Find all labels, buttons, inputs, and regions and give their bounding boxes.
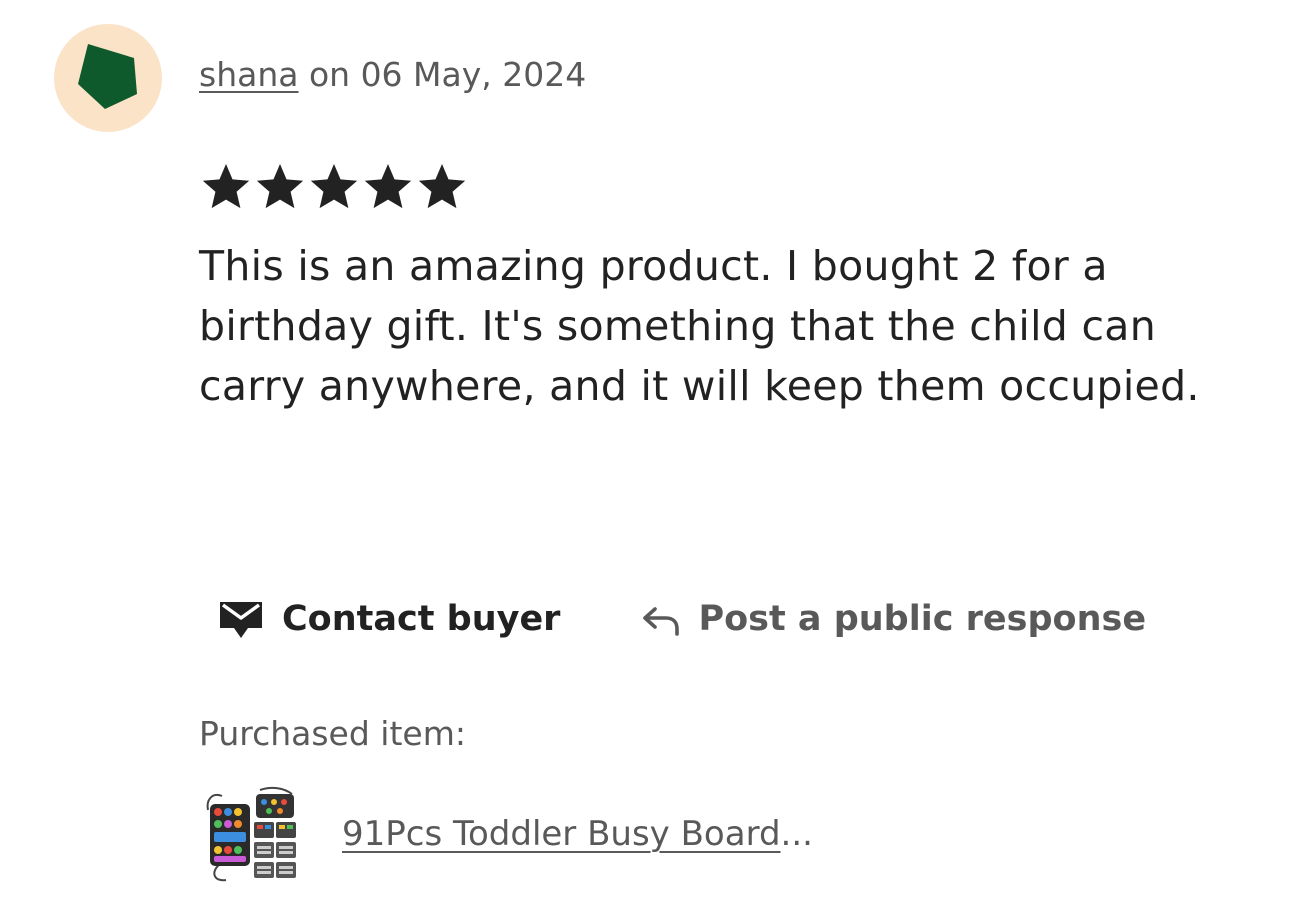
star-rating xyxy=(199,160,469,216)
purchased-item-link[interactable]: 91Pcs Toddler Busy Board... xyxy=(342,812,813,856)
reviewer-avatar[interactable] xyxy=(54,24,162,132)
review-meta: shana on 06 May, 2024 xyxy=(199,53,586,97)
purchased-item-ellipsis: ... xyxy=(780,814,813,854)
purchased-item-heading: Purchased item: xyxy=(199,714,466,753)
contact-buyer-label: Contact buyer xyxy=(282,599,561,639)
item-thumbnail[interactable] xyxy=(200,786,304,886)
star-icon xyxy=(310,164,358,209)
reviewer-name-link[interactable]: shana xyxy=(199,55,298,94)
post-public-response-label: Post a public response xyxy=(698,599,1147,639)
star-icon xyxy=(202,164,250,209)
review-date: on 06 May, 2024 xyxy=(308,55,587,94)
avatar-shape-icon xyxy=(78,44,137,109)
reply-arrow-icon xyxy=(643,607,680,636)
star-icon xyxy=(364,164,412,209)
purchased-item-title: 91Pcs Toddler Busy Board xyxy=(342,814,781,854)
review-actions: Contact buyer Post a public response xyxy=(218,594,1146,644)
review-text: This is an amazing product. I bought 2 f… xyxy=(199,242,1200,410)
contact-buyer-button[interactable]: Contact buyer xyxy=(218,597,560,641)
star-icon xyxy=(256,164,304,209)
post-public-response-button[interactable]: Post a public response xyxy=(640,597,1146,641)
star-icon xyxy=(418,164,466,209)
envelope-icon xyxy=(220,602,262,638)
